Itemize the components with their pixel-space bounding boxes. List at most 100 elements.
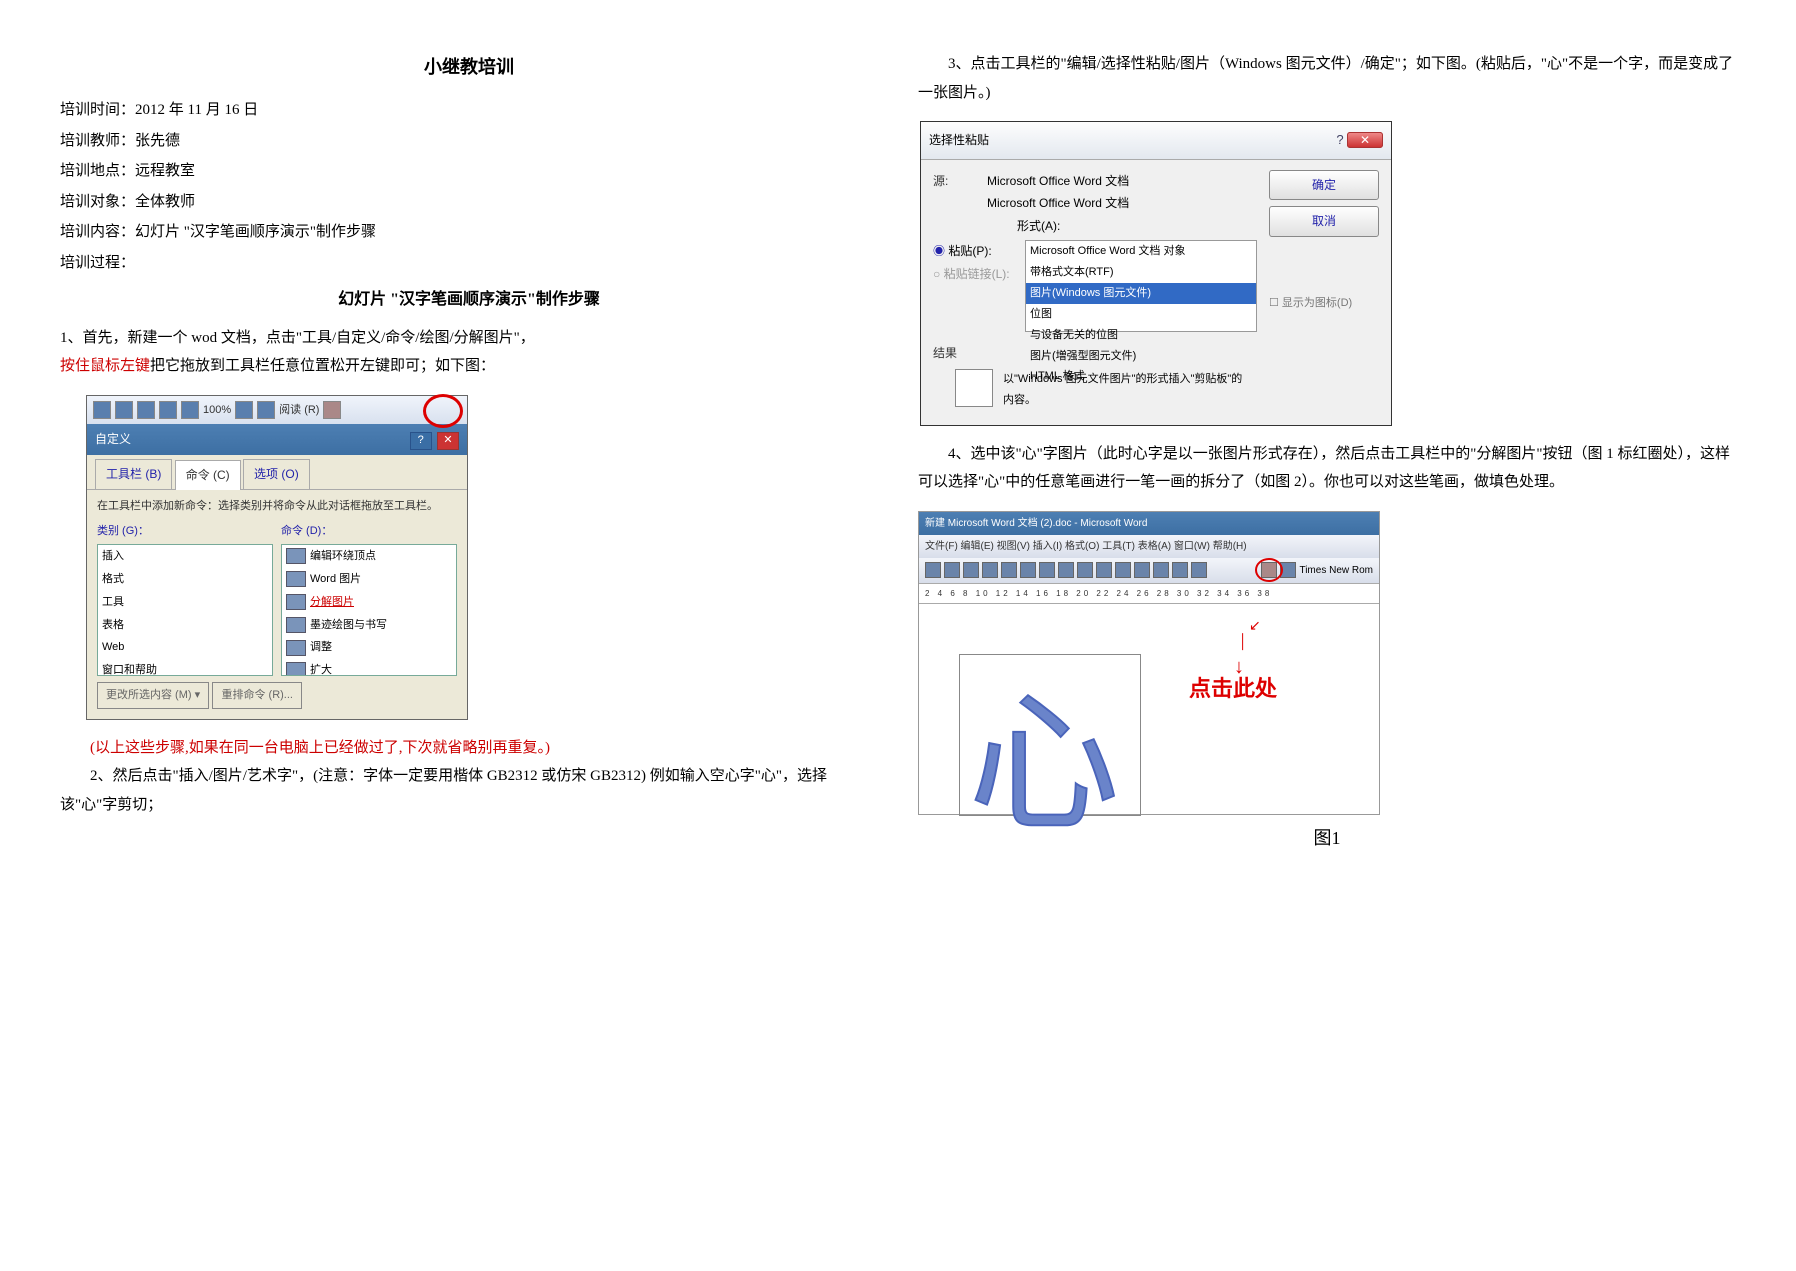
tab-commands[interactable]: 命令 (C) xyxy=(175,460,241,490)
paste-format-option[interactable]: 图片(増强型图元文件) xyxy=(1026,346,1256,367)
page-title: 小继教培训 xyxy=(60,50,878,84)
toolbar-icon xyxy=(1039,562,1055,578)
help-icon xyxy=(257,401,275,419)
meta-content-label: 培训内容： xyxy=(60,224,135,240)
fig2-src-label: 源: xyxy=(933,170,987,238)
fig2-src-text1: Microsoft Office Word 文档 xyxy=(987,170,1129,193)
command-icon xyxy=(286,548,306,564)
fig1-right-label: 命令 (D)： xyxy=(281,521,457,542)
toolbar-icon xyxy=(1172,562,1188,578)
meta-time-label: 培训时间： xyxy=(60,102,135,118)
step2: 2、然后点击"插入/图片/艺术字"，(注意：字体一定要用楷体 GB2312 或仿… xyxy=(60,762,878,819)
toolbar-icon xyxy=(982,562,998,578)
meta-target-value: 全体教师 xyxy=(135,194,195,210)
ok-button[interactable]: 确定 xyxy=(1269,170,1379,201)
font-family-display: Times New Rom xyxy=(1299,561,1373,580)
command-icon xyxy=(286,640,306,656)
fig2-result-text: 以"Windows 图元文件图片"的形式插入"剪贴板"的内容。 xyxy=(1003,369,1253,411)
change-selection-button[interactable]: 更改所选内容 (M) ▾ xyxy=(97,682,209,709)
figure2-wrap: 选择性粘贴 ? ✕ 源: Microsoft Office Word 文档 Mi… xyxy=(918,121,1736,426)
step3: 3、点击工具栏的"编辑/选择性粘贴/图片（Windows 图元文件）/确定"；如… xyxy=(918,50,1736,107)
toolbar-icon xyxy=(1077,562,1093,578)
fig1-instruction: 在工具栏中添加新命令：选择类别并将命令从此对话框拖放至工具栏。 xyxy=(97,496,457,517)
fig2-title: 选择性粘贴 xyxy=(929,129,989,152)
category-item[interactable]: 插入 xyxy=(98,545,272,568)
command-item[interactable]: 分解图片 xyxy=(282,591,456,614)
paste-format-option[interactable]: 带格式文本(RTF) xyxy=(1026,262,1256,283)
tab-toolbars[interactable]: 工具栏 (B) xyxy=(95,459,172,489)
figure1: 100% 阅读 (R) 自定义 ? ✕ 工具栏 (B) 命令 (C) 选项 (O… xyxy=(86,395,468,720)
fig1-left-label: 类别 (G)： xyxy=(97,521,273,542)
command-item[interactable]: 墨迹绘图与书写 xyxy=(282,614,456,637)
command-item[interactable]: Word 图片 xyxy=(282,568,456,591)
category-item[interactable]: 工具 xyxy=(98,591,272,614)
help-button[interactable]: ? xyxy=(1336,132,1343,147)
command-item[interactable]: 扩大 xyxy=(282,659,456,676)
fig2-form-label: 形式(A): xyxy=(1017,215,1129,238)
toolbar-icon xyxy=(925,562,941,578)
toolbar-icon xyxy=(1020,562,1036,578)
step1-line-a: 1、首先，新建一个 wod 文档，点击"工具/自定义/命令/绘图/分解图片"， xyxy=(60,324,878,353)
toolbar-icon xyxy=(944,562,960,578)
category-item[interactable]: 表格 xyxy=(98,614,272,637)
fig2-paste-radio[interactable]: ◉ 粘贴(P): xyxy=(933,240,1021,263)
category-item[interactable]: 格式 xyxy=(98,568,272,591)
disassemble-picture-icon[interactable] xyxy=(323,401,341,419)
toolbar-icon xyxy=(159,401,177,419)
toolbar-icon xyxy=(235,401,253,419)
show-as-icon-checkbox[interactable]: ☐ 显示为图标(D) xyxy=(1269,293,1379,314)
command-icon xyxy=(286,662,306,675)
fig2-link-radio[interactable]: ○ 粘贴链接(L): xyxy=(933,263,1021,286)
toolbar-icon xyxy=(1153,562,1169,578)
meta-teacher-label: 培训教师： xyxy=(60,133,135,149)
category-item[interactable]: Web xyxy=(98,636,272,659)
meta-content-value: 幻灯片 "汉字笔画顺序演示"制作步骤 xyxy=(135,224,376,240)
fig3-toolbar: Times New Rom xyxy=(919,558,1379,583)
fig3-menubar[interactable]: 文件(F) 编辑(E) 视图(V) 插入(I) 格式(O) 工具(T) 表格(A… xyxy=(919,535,1379,558)
command-icon xyxy=(286,571,306,587)
clipboard-icon xyxy=(955,369,993,407)
meta-place-label: 培训地点： xyxy=(60,163,135,179)
fig1-command-list[interactable]: 编辑环绕顶点Word 图片分解图片墨迹绘图与书写调整扩大 xyxy=(281,544,457,676)
toolbar-icon xyxy=(93,401,111,419)
toolbar-icon xyxy=(137,401,155,419)
help-button[interactable]: ? xyxy=(410,432,432,450)
meta-content: 培训内容：幻灯片 "汉字笔画顺序演示"制作步骤 xyxy=(60,218,878,247)
meta-time: 培训时间：2012 年 11 月 16 日 xyxy=(60,96,878,125)
toolbar-icon xyxy=(1115,562,1131,578)
close-button[interactable]: ✕ xyxy=(437,432,459,450)
command-item[interactable]: 调整 xyxy=(282,636,456,659)
fig3-ruler: 2 4 6 8 10 12 14 16 18 20 22 24 26 28 30… xyxy=(919,583,1379,604)
figure3-wrap: 新建 Microsoft Word 文档 (2).doc - Microsoft… xyxy=(918,511,1736,855)
meta-place-value: 远程教室 xyxy=(135,163,195,179)
fig2-src-text2: Microsoft Office Word 文档 xyxy=(987,192,1129,215)
fig1-body: 在工具栏中添加新命令：选择类别并将命令从此对话框拖放至工具栏。 类别 (G)： … xyxy=(87,490,467,719)
close-button[interactable]: ✕ xyxy=(1347,132,1383,148)
rearrange-button[interactable]: 重排命令 (R)... xyxy=(212,682,302,709)
toolbar-icon xyxy=(1096,562,1112,578)
paste-format-option[interactable]: 图片(Windows 图元文件) xyxy=(1026,283,1256,304)
figure2: 选择性粘贴 ? ✕ 源: Microsoft Office Word 文档 Mi… xyxy=(920,121,1392,426)
meta-teacher: 培训教师：张先德 xyxy=(60,127,878,156)
fig1-category-list[interactable]: 插入格式工具表格Web窗口和帮助绘图自选图形边框邮件合并窗体 xyxy=(97,544,273,676)
meta-target-label: 培训对象： xyxy=(60,194,135,210)
toolbar-icon xyxy=(115,401,133,419)
fig2-format-list[interactable]: Microsoft Office Word 文档 对象带格式文本(RTF)图片(… xyxy=(1025,240,1257,332)
meta-place: 培训地点：远程教室 xyxy=(60,157,878,186)
reading-mode-label: 阅读 (R) xyxy=(279,400,319,421)
step1-b-red: 按住鼠标左键 xyxy=(60,358,150,374)
paste-format-option[interactable]: 位图 xyxy=(1026,304,1256,325)
fig3-annotation: 点击此处 xyxy=(1189,668,1277,710)
category-item[interactable]: 窗口和帮助 xyxy=(98,659,272,676)
paste-format-option[interactable]: Microsoft Office Word 文档 对象 xyxy=(1026,241,1256,262)
command-item[interactable]: 编辑环绕顶点 xyxy=(282,545,456,568)
paste-format-option[interactable]: 与设备无关的位图 xyxy=(1026,325,1256,346)
toolbar-icon xyxy=(1058,562,1074,578)
toolbar-icon xyxy=(1134,562,1150,578)
cancel-button[interactable]: 取消 xyxy=(1269,206,1379,237)
fig3-canvas: 心 ↙ │ ↓ 点击此处 xyxy=(919,604,1379,814)
red-note: (以上这些步骤,如果在同一台电脑上已经做过了,下次就省略别再重复。) xyxy=(60,734,878,763)
step1-line-b: 按住鼠标左键把它拖放到工具栏任意位置松开左键即可；如下图： xyxy=(60,352,878,381)
tab-options[interactable]: 选项 (O) xyxy=(243,459,310,489)
xin-character-image[interactable]: 心 xyxy=(969,624,1119,909)
